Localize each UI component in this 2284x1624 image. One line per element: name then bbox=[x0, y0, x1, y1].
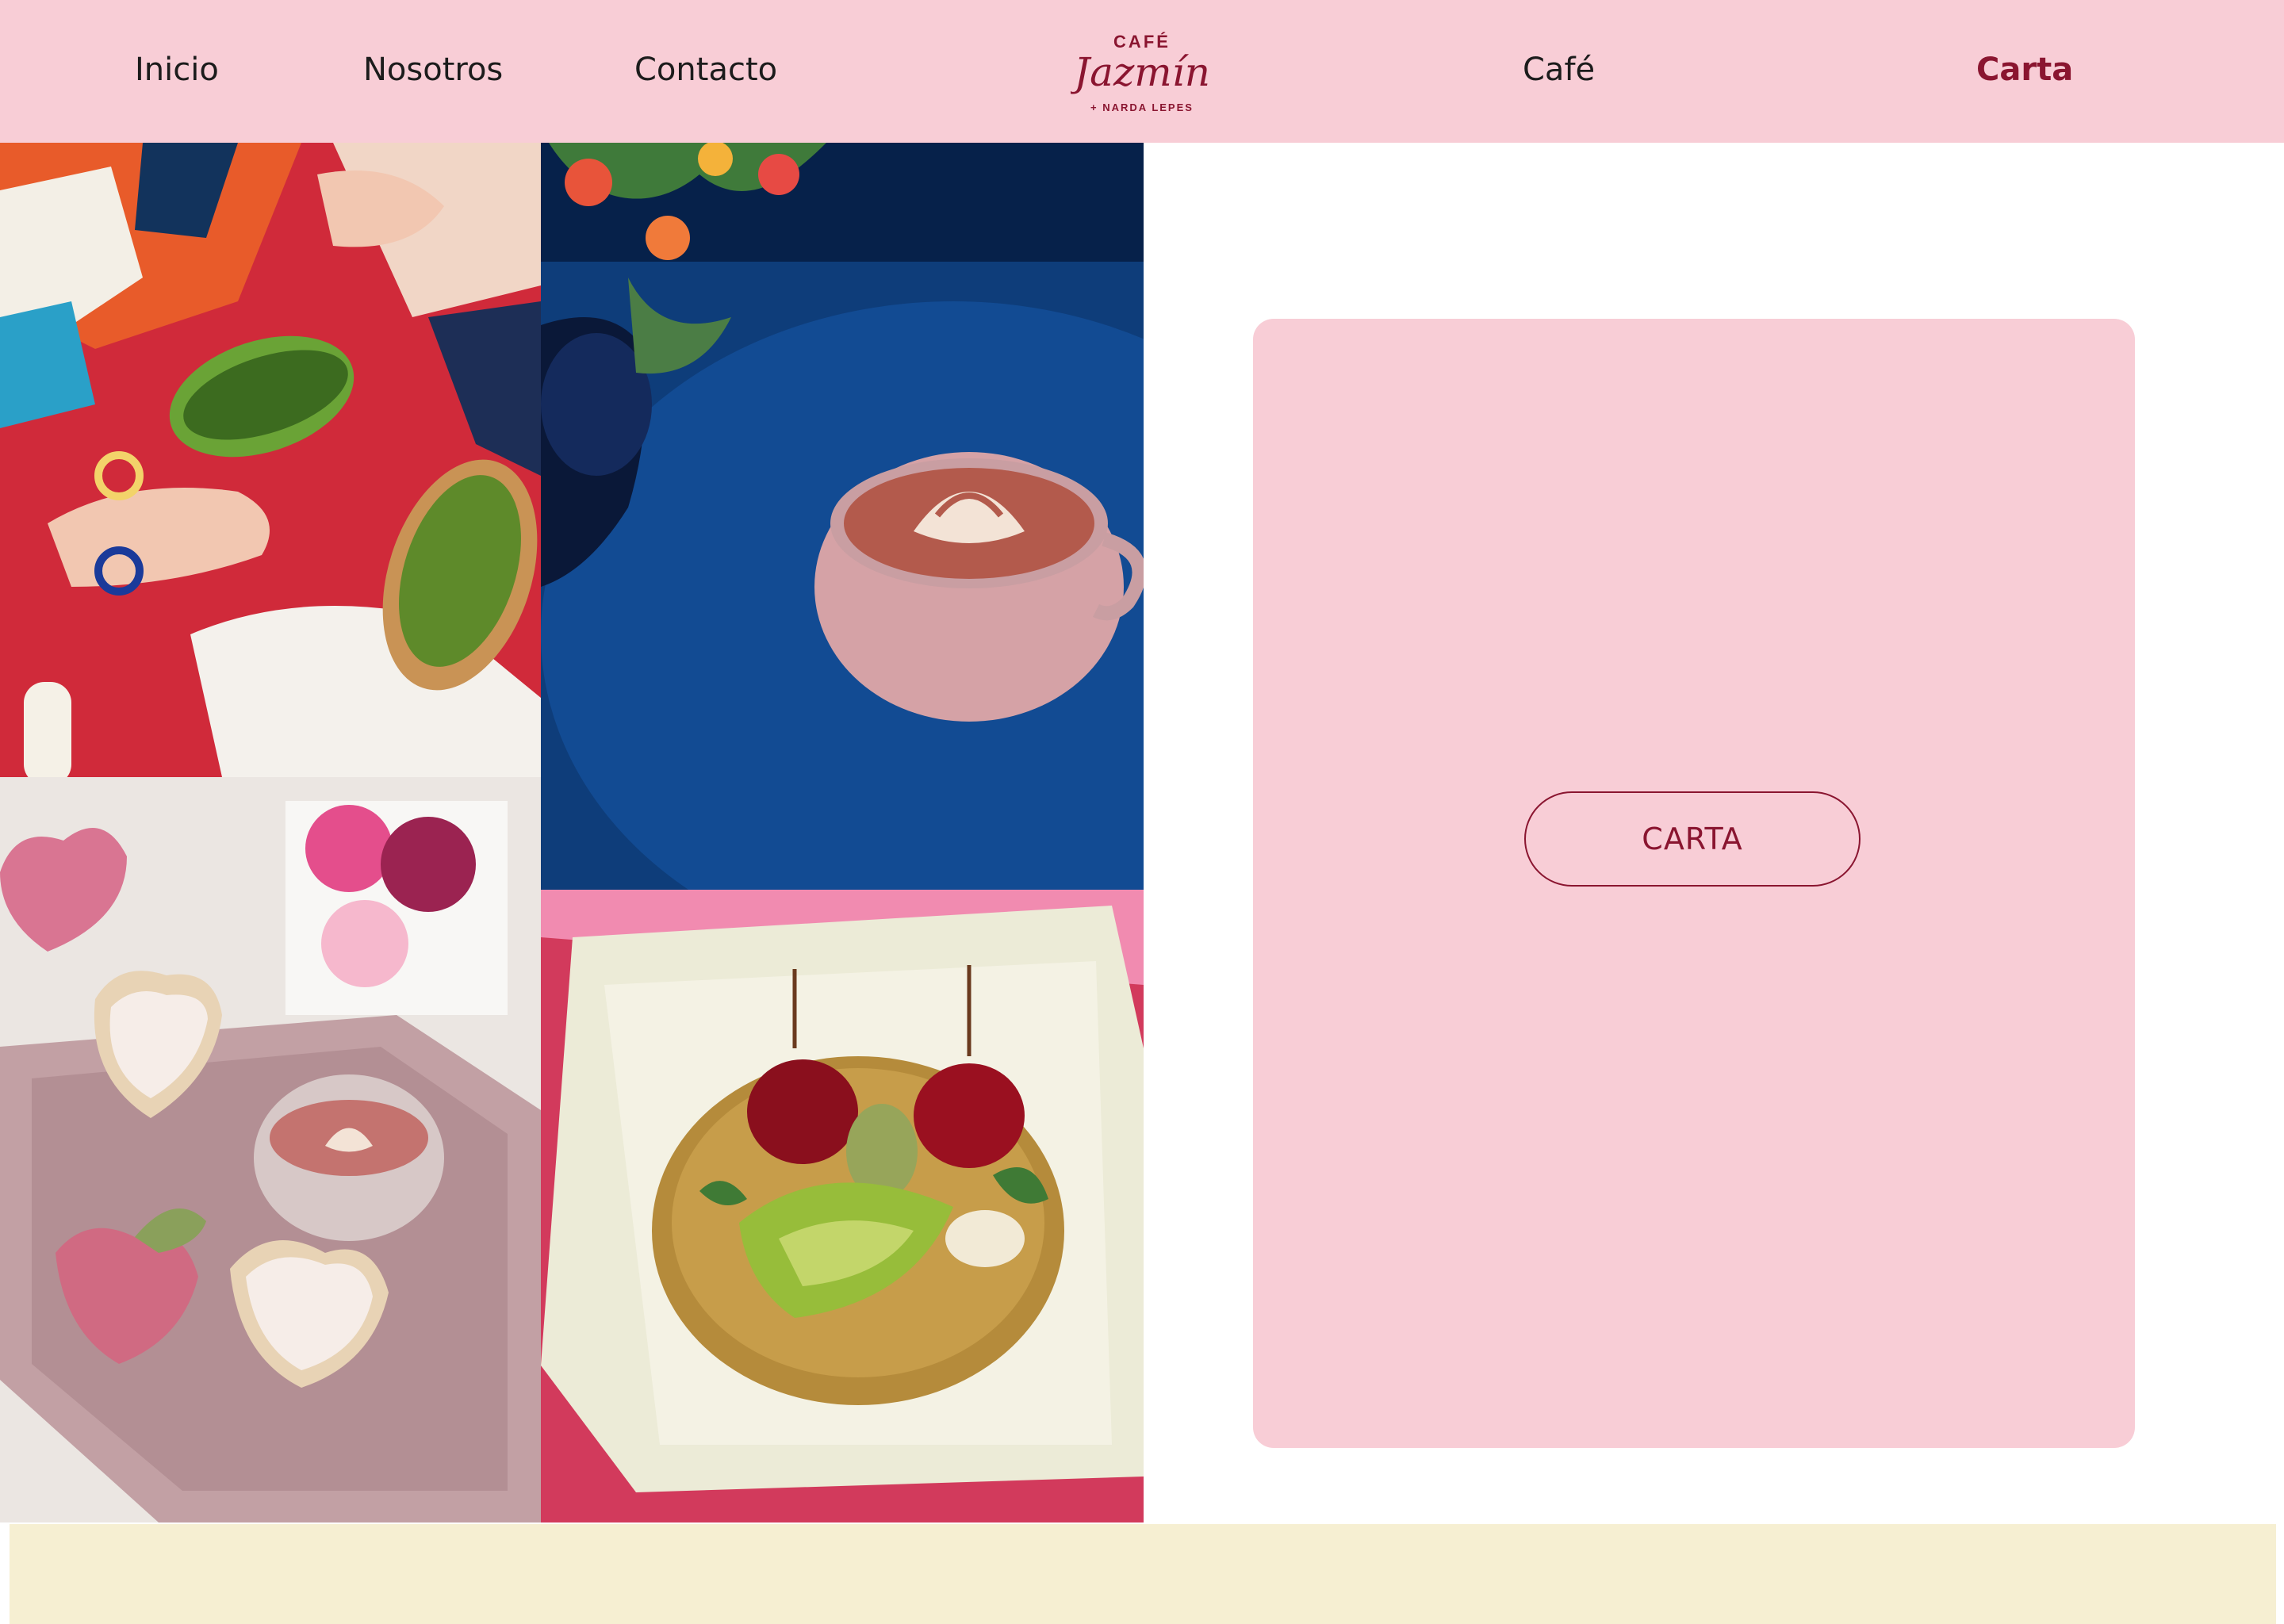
photo-latte-on-blue-table bbox=[541, 143, 1144, 890]
menu-card: CARTA bbox=[1253, 319, 2135, 1448]
photo-heart-cookies-tray bbox=[0, 777, 541, 1522]
logo-script-text: Jazmín bbox=[1071, 49, 1210, 95]
nav-link-cafe[interactable]: Café bbox=[1523, 46, 1595, 94]
footer-band bbox=[10, 1524, 2276, 1624]
site-header: Inicio Nosotros Contacto CAFÉ Jazmín + N… bbox=[0, 0, 2284, 143]
logo-bottom-text: + NARDA LEPES bbox=[1090, 102, 1194, 113]
carta-button[interactable]: CARTA bbox=[1524, 791, 1861, 887]
site-logo[interactable]: CAFÉ Jazmín + NARDA LEPES bbox=[1067, 29, 1213, 116]
photo-avocado-toast bbox=[0, 143, 541, 777]
nav-link-nosotros[interactable]: Nosotros bbox=[363, 46, 503, 94]
nav-link-carta[interactable]: Carta bbox=[1976, 46, 2073, 94]
nav-link-contacto[interactable]: Contacto bbox=[634, 46, 777, 94]
photo-cherry-kiwi-tart bbox=[541, 890, 1144, 1522]
logo-mark: CAFÉ Jazmín + NARDA LEPES bbox=[1067, 32, 1210, 113]
nav-link-inicio[interactable]: Inicio bbox=[135, 46, 219, 94]
